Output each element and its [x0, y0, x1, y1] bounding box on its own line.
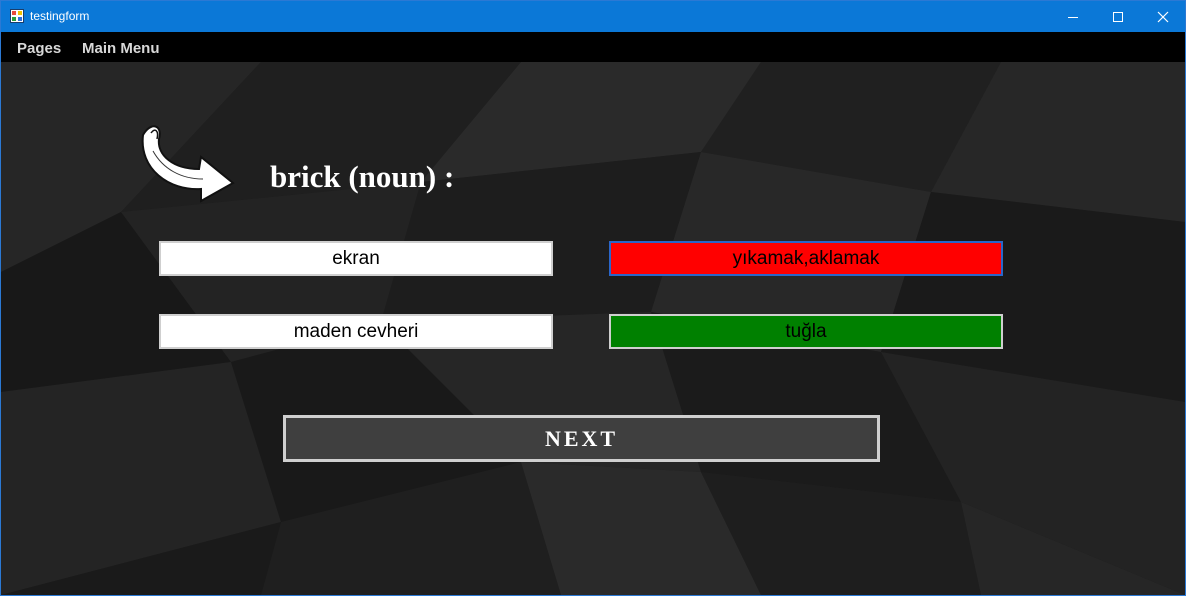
answer-button-3[interactable]: maden cevheri [159, 314, 553, 349]
app-window: testingform Pages Main Menu brick (noun)… [0, 0, 1186, 596]
close-icon [1157, 11, 1169, 22]
minimize-icon [1068, 16, 1078, 18]
quiz-panel: brick (noun) : ekran yıkamak,aklamak mad… [1, 62, 1185, 595]
maximize-icon [1113, 11, 1123, 22]
answer-button-4[interactable]: tuğla [609, 314, 1003, 349]
answer-button-2[interactable]: yıkamak,aklamak [609, 241, 1003, 276]
quiz-word: brick (noun) : [270, 159, 455, 194]
close-button[interactable] [1140, 1, 1185, 32]
app-icon [10, 9, 24, 23]
menu-bar: Pages Main Menu [1, 32, 1185, 62]
answer-button-1[interactable]: ekran [159, 241, 553, 276]
menu-pages[interactable]: Pages [17, 40, 61, 57]
minimize-button[interactable] [1050, 1, 1096, 32]
next-button[interactable]: NEXT [283, 415, 880, 462]
maximize-button[interactable] [1095, 1, 1141, 32]
window-title: testingform [30, 9, 90, 23]
title-bar[interactable]: testingform [1, 1, 1185, 32]
menu-main-menu[interactable]: Main Menu [82, 40, 160, 57]
curved-arrow-icon [141, 125, 235, 203]
